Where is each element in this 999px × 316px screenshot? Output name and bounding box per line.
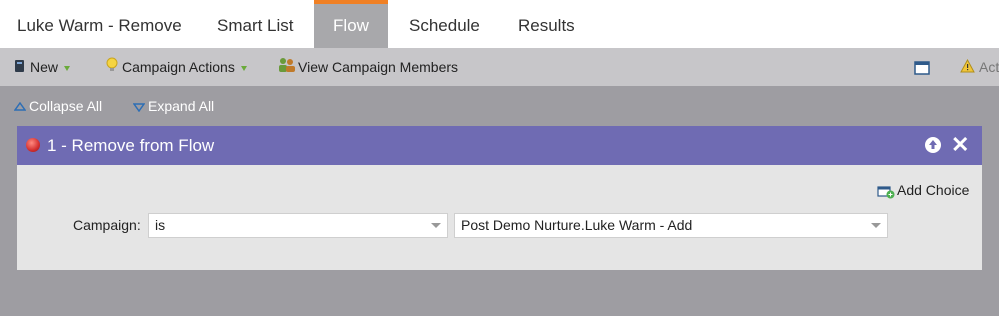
flow-step-panel: 1 - Remove from Flow ✕ Add Choice Campai…	[17, 126, 982, 270]
add-choice-button[interactable]: Add Choice	[877, 180, 969, 200]
flow-subbar: Collapse All Expand All	[0, 86, 999, 124]
view-campaign-members-label: View Campaign Members	[298, 59, 459, 75]
tab-flow-label: Flow	[333, 16, 369, 35]
new-icon	[14, 49, 26, 87]
campaign-field-label: Campaign:	[73, 217, 141, 233]
flow-step-header[interactable]: 1 - Remove from Flow ✕	[17, 126, 982, 165]
expand-all-label: Expand All	[148, 98, 215, 114]
operator-select[interactable]: is	[148, 213, 448, 238]
tab-bar: Luke Warm - Remove Smart List Flow Sched…	[0, 0, 999, 48]
collapse-all-label: Collapse All	[29, 98, 103, 114]
campaign-actions-button[interactable]: Campaign Actions	[106, 48, 247, 86]
chevron-down-icon	[64, 65, 71, 71]
expand-all-button[interactable]: Expand All	[132, 86, 215, 124]
chevron-down-icon	[871, 223, 881, 228]
active-tab-indicator	[314, 0, 388, 4]
people-icon	[278, 49, 296, 87]
operator-value: is	[155, 217, 166, 233]
campaign-actions-label: Campaign Actions	[122, 59, 235, 75]
stop-icon	[26, 138, 40, 152]
add-choice-icon	[877, 186, 895, 199]
new-label: New	[30, 59, 59, 75]
collapse-all-button[interactable]: Collapse All	[13, 86, 103, 124]
window-icon[interactable]	[914, 48, 930, 86]
chevron-down-icon	[431, 223, 441, 228]
new-button[interactable]: New	[14, 48, 71, 87]
close-icon[interactable]: ✕	[951, 133, 969, 157]
tab-results[interactable]: Results	[518, 0, 575, 48]
expand-icon	[132, 103, 146, 113]
campaign-select[interactable]: Post Demo Nurture.Luke Warm - Add	[454, 213, 888, 238]
flow-step-title: 1 - Remove from Flow	[47, 136, 215, 155]
campaign-value: Post Demo Nurture.Luke Warm - Add	[461, 217, 693, 233]
warning-icon	[960, 49, 975, 87]
activate-label: Act	[979, 59, 999, 75]
tab-schedule[interactable]: Schedule	[409, 0, 480, 48]
toolbar: New Campaign Actions View Campaign Membe…	[0, 48, 999, 86]
view-campaign-members-button[interactable]: View Campaign Members	[278, 48, 458, 86]
collapse-icon	[13, 102, 27, 112]
add-choice-label: Add Choice	[897, 182, 970, 198]
lightbulb-icon	[106, 49, 118, 87]
move-up-icon[interactable]	[925, 137, 941, 153]
chevron-down-icon	[240, 65, 247, 71]
campaign-title: Luke Warm - Remove	[17, 16, 182, 35]
tab-smart-list[interactable]: Smart List	[217, 0, 294, 48]
activate-button[interactable]: Act	[960, 48, 999, 86]
tab-flow[interactable]: Flow	[314, 0, 388, 48]
